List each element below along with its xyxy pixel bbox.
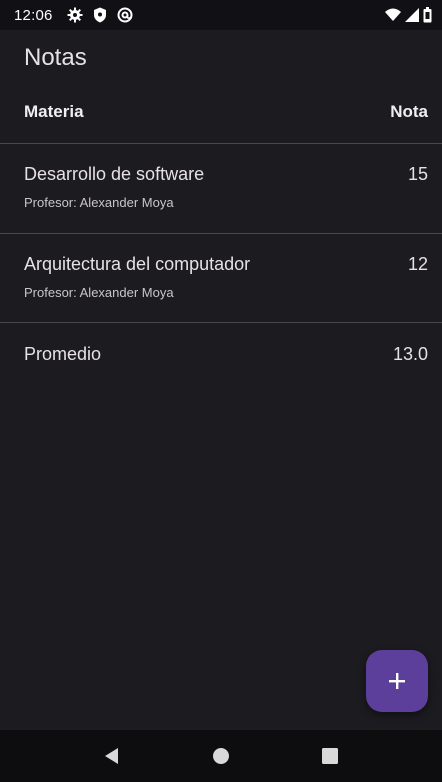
subject-name: Arquitectura del computador <box>24 254 251 274</box>
average-line: Promedio 13.0 <box>24 344 428 365</box>
status-time: 12:06 <box>14 6 53 24</box>
recents-icon[interactable] <box>321 747 339 765</box>
teacher-name: Profesor: Alexander Moya <box>24 285 174 300</box>
subject-name: Desarrollo de software <box>24 164 205 184</box>
back-icon[interactable] <box>103 747 121 765</box>
status-bar: 12:06 <box>0 0 442 30</box>
shield-icon <box>93 7 107 23</box>
row-main-line: Desarrollo de software 15 <box>24 164 428 185</box>
average-row: Promedio 13.0 <box>24 344 428 365</box>
page-title: Notas <box>24 44 87 71</box>
table-row[interactable]: Desarrollo de software 15 Profesor: Alex… <box>24 164 428 210</box>
divider <box>0 143 442 144</box>
teacher-name: Profesor: Alexander Moya <box>24 195 174 210</box>
column-header-grade: Nota <box>390 102 428 121</box>
battery-icon <box>423 7 432 23</box>
column-header-subject: Materia <box>24 102 84 121</box>
add-button[interactable] <box>366 650 428 712</box>
subject-grade: 15 <box>407 164 428 184</box>
plus-icon <box>387 671 407 691</box>
navigation-bar <box>0 730 442 782</box>
divider <box>0 233 442 234</box>
gear-icon <box>67 7 83 23</box>
divider <box>0 322 442 323</box>
table-header: Materia Nota <box>24 102 428 122</box>
row-main-line: Arquitectura del computador 12 <box>24 254 428 275</box>
status-system-icons <box>385 7 432 23</box>
subject-grade: 12 <box>407 254 428 274</box>
average-label: Promedio <box>24 344 102 364</box>
at-sign-icon <box>117 7 133 23</box>
home-icon[interactable] <box>212 747 230 765</box>
table-row[interactable]: Arquitectura del computador 12 Profesor:… <box>24 254 428 300</box>
status-notification-icons <box>67 7 133 23</box>
cell-signal-icon <box>405 8 419 22</box>
average-value: 13.0 <box>392 344 428 364</box>
wifi-icon <box>385 8 401 22</box>
screen: 12:06 Notas Materia Nota Desarrollo de s… <box>0 0 442 782</box>
